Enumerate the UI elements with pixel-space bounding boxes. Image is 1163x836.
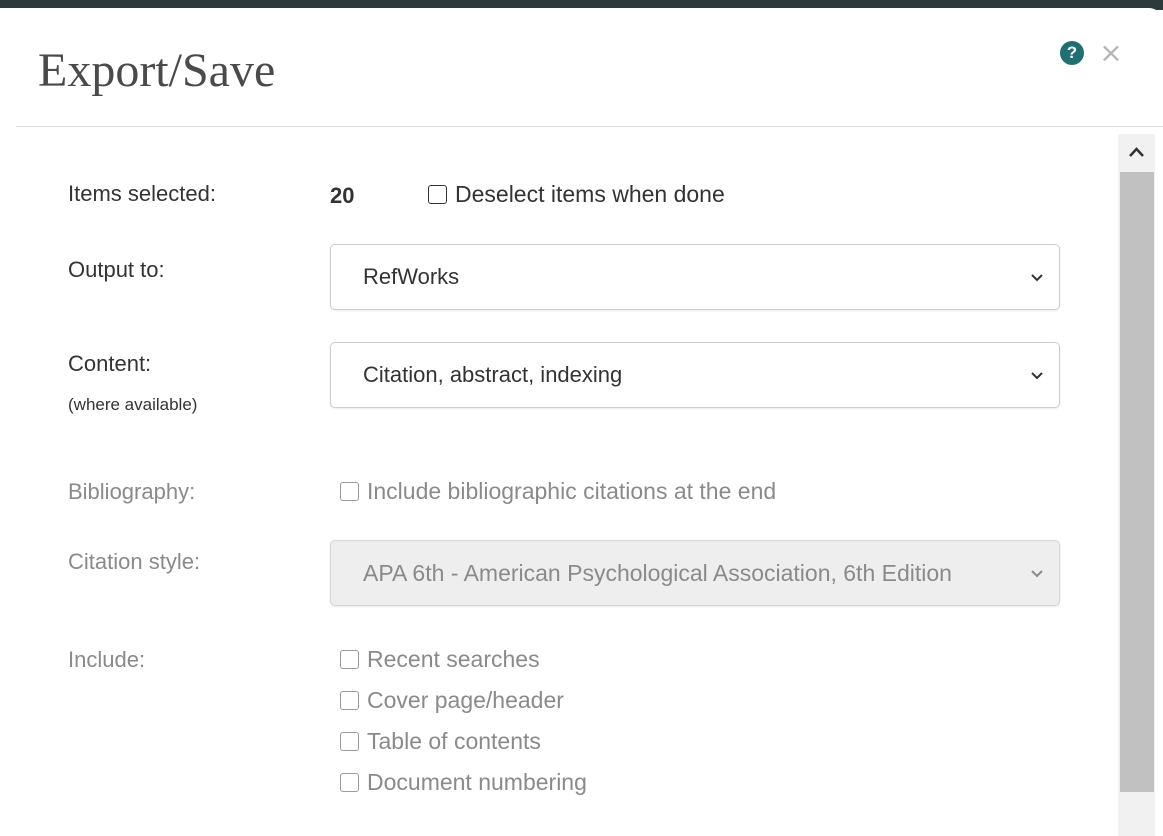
include-cover-page-row[interactable]: Cover page/header (340, 686, 564, 714)
chevron-down-icon (1031, 372, 1043, 380)
include-option-label: Table of contents (367, 728, 541, 754)
bibliography-checkbox-row[interactable]: Include bibliographic citations at the e… (340, 477, 776, 505)
scrollbar-thumb[interactable] (1120, 172, 1154, 792)
include-cover-page-checkbox[interactable] (340, 690, 359, 710)
include-option-label: Cover page/header (367, 687, 564, 713)
include-table-of-contents-row[interactable]: Table of contents (340, 727, 541, 755)
output-to-label: Output to: (68, 257, 165, 282)
content-sublabel: (where available) (68, 395, 198, 414)
close-icon[interactable]: × (1098, 38, 1124, 68)
content-select[interactable]: Citation, abstract, indexing (330, 342, 1060, 408)
items-selected-label: Items selected: (68, 181, 216, 206)
deselect-items-checkbox[interactable] (428, 184, 447, 204)
deselect-items-label: Deselect items when done (455, 181, 725, 207)
output-to-select[interactable]: RefWorks (330, 244, 1060, 310)
deselect-items-checkbox-row[interactable]: Deselect items when done (428, 180, 725, 208)
items-selected-count: 20 (330, 183, 355, 208)
chevron-down-icon (1031, 570, 1043, 578)
content-label: Content: (68, 351, 152, 376)
citation-style-select[interactable]: APA 6th - American Psychological Associa… (330, 540, 1060, 606)
citation-style-label: Citation style: (68, 549, 201, 574)
include-recent-searches-checkbox[interactable] (340, 649, 359, 669)
chevron-down-icon (1031, 274, 1043, 282)
include-label: Include: (68, 647, 146, 672)
content-value: Citation, abstract, indexing (363, 362, 623, 387)
export-save-dialog: Export/Save ? × Items selected: 20 Desel… (0, 8, 1163, 836)
citation-style-value: APA 6th - American Psychological Associa… (363, 560, 952, 586)
include-option-label: Document numbering (367, 769, 587, 795)
include-recent-searches-row[interactable]: Recent searches (340, 645, 540, 673)
include-document-numbering-row[interactable]: Document numbering (340, 768, 587, 796)
include-document-numbering-checkbox[interactable] (340, 772, 359, 792)
output-to-value: RefWorks (363, 264, 460, 289)
bibliography-label: Bibliography: (68, 479, 196, 504)
bibliography-option-label: Include bibliographic citations at the e… (367, 478, 777, 504)
dialog-title: Export/Save (38, 44, 276, 97)
header-divider (16, 126, 1163, 127)
include-option-label: Recent searches (367, 646, 540, 672)
scrollbar[interactable] (1118, 134, 1155, 836)
scroll-up-arrow-icon[interactable] (1118, 140, 1155, 164)
help-icon[interactable]: ? (1060, 41, 1084, 65)
include-table-of-contents-checkbox[interactable] (340, 731, 359, 751)
bibliography-checkbox[interactable] (340, 481, 359, 501)
